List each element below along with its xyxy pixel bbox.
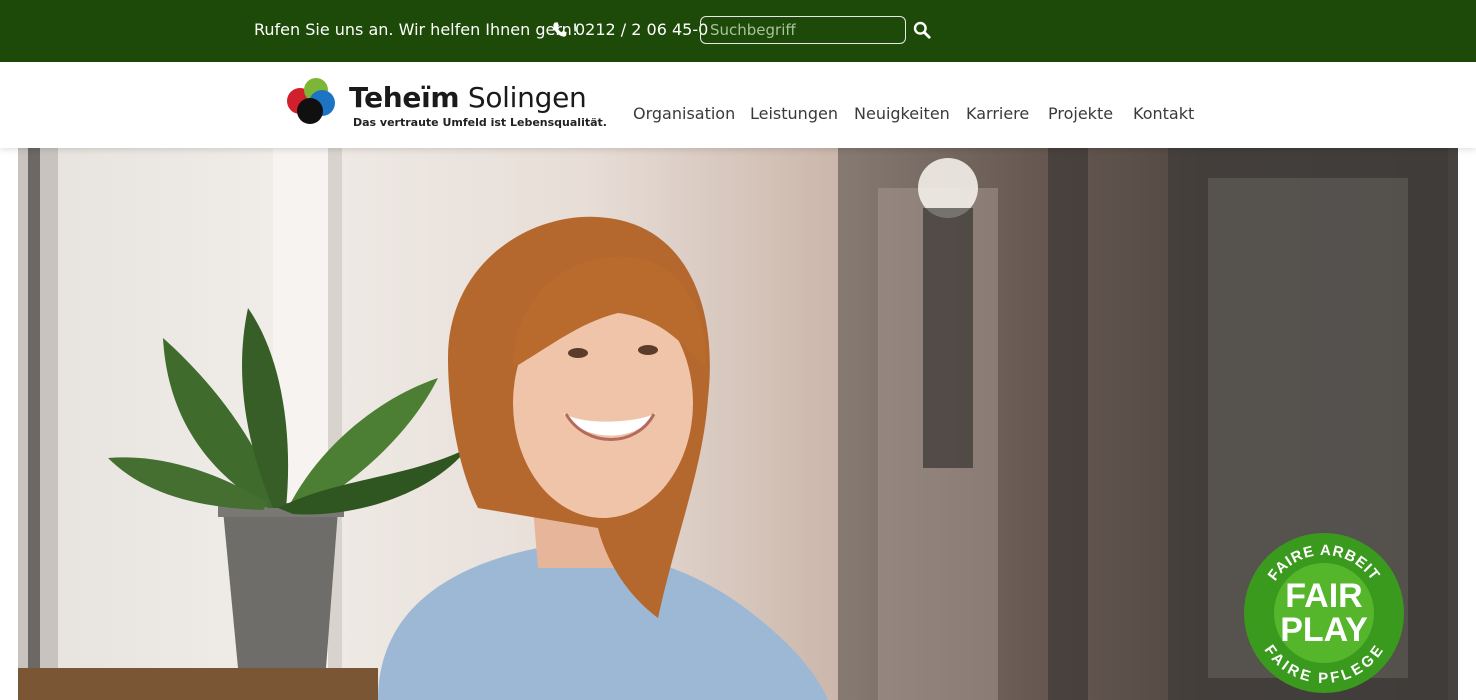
logo-mark-icon xyxy=(287,78,335,124)
nav-item-karriere[interactable]: Karriere xyxy=(966,102,1029,126)
nav-item-leistungen[interactable]: Leistungen xyxy=(750,102,838,126)
nav-item-neuigkeiten[interactable]: Neuigkeiten xyxy=(854,102,950,126)
badge-center-line2: PLAY xyxy=(1280,611,1368,649)
nav-item-kontakt[interactable]: Kontakt xyxy=(1133,102,1194,126)
site-logo[interactable]: Teheïm Solingen Das vertraute Umfeld ist… xyxy=(284,77,607,133)
nav-item-projekte[interactable]: Projekte xyxy=(1048,102,1113,126)
nav-item-organisation[interactable]: Organisation xyxy=(633,102,735,126)
logo-tagline: Das vertraute Umfeld ist Lebensqualität. xyxy=(353,116,607,129)
hero-image: FAIRE ARBEIT FAIRE PFLEGE FAIR PLAY xyxy=(18,148,1458,700)
search-input[interactable] xyxy=(700,16,906,44)
search-icon[interactable] xyxy=(913,21,931,39)
call-us-text: Rufen Sie uns an. Wir helfen Ihnen gern! xyxy=(254,20,579,39)
logo-name-regular: Solingen xyxy=(459,81,587,114)
phone-number[interactable]: 0212 / 2 06 45-0 xyxy=(575,19,708,41)
fair-play-badge: FAIRE ARBEIT FAIRE PFLEGE FAIR PLAY xyxy=(1244,533,1404,693)
site-header: Teheïm Solingen Das vertraute Umfeld ist… xyxy=(0,62,1476,148)
phone-icon xyxy=(553,22,567,37)
logo-title: Teheïm Solingen xyxy=(349,80,587,116)
hero-photo-illustration xyxy=(18,148,1458,700)
top-bar: Rufen Sie uns an. Wir helfen Ihnen gern!… xyxy=(0,0,1476,62)
logo-name-bold: Teheïm xyxy=(349,81,460,114)
fair-play-badge-graphic: FAIRE ARBEIT FAIRE PFLEGE FAIR PLAY xyxy=(1244,533,1404,693)
badge-center-line1: FAIR xyxy=(1285,577,1362,615)
